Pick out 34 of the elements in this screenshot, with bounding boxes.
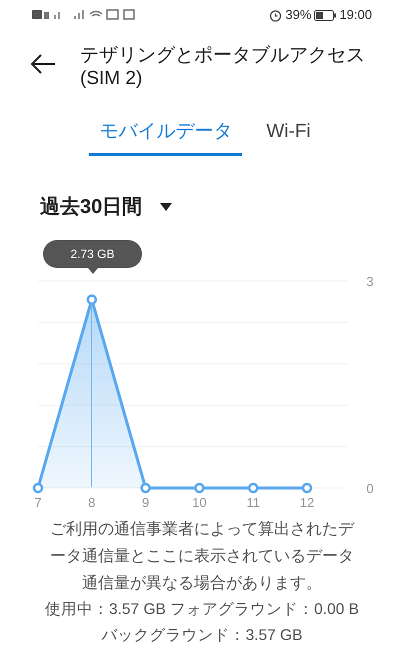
data-point xyxy=(32,482,44,493)
tab[interactable]: Wi-Fi xyxy=(262,118,315,156)
window-icon xyxy=(123,9,135,20)
battery-percent: 39% xyxy=(285,6,312,24)
battery-icon xyxy=(314,10,336,20)
notice-text: ご利用の通信事業者によって算出されたデータ通信量とここに表示されているデータ通信量が異なる場合があります。 xyxy=(49,520,356,594)
usage-text: バックグラウンド：3.57 GB xyxy=(100,626,304,646)
axis-label: 8 xyxy=(88,494,96,510)
hd-icon xyxy=(32,10,42,19)
period-dropdown[interactable]: 過去30日間 xyxy=(40,192,172,222)
data-point xyxy=(248,482,258,493)
sim-icon xyxy=(44,12,49,19)
data-point xyxy=(86,294,98,304)
data-point xyxy=(140,482,151,493)
signal-icon xyxy=(54,12,60,19)
usage-text: 使用中：3.57 GB フォアグラウンド：0.00 B xyxy=(44,600,360,620)
page-title: テザリングとポータブルアクセス (SIM 2) xyxy=(80,44,366,90)
axis-label: 0 xyxy=(366,480,374,496)
tab[interactable]: モバイルデータ xyxy=(89,118,242,156)
axis-label: 9 xyxy=(142,494,150,510)
clock: 19:00 xyxy=(339,6,372,24)
data-point xyxy=(302,482,312,493)
dropdown-icon xyxy=(160,202,172,210)
mail-icon xyxy=(106,9,119,20)
axis-label: 12 xyxy=(300,494,314,510)
wifi-icon xyxy=(89,10,103,17)
axis-label: 7 xyxy=(34,494,42,510)
axis-label: 10 xyxy=(192,494,207,510)
tooltip: 2.73 GB xyxy=(43,240,142,274)
signal-icon xyxy=(74,10,84,19)
alarm-icon xyxy=(269,8,282,22)
axis-label: 3 xyxy=(366,274,374,288)
data-point xyxy=(194,482,205,493)
axis-label: 11 xyxy=(246,494,260,510)
